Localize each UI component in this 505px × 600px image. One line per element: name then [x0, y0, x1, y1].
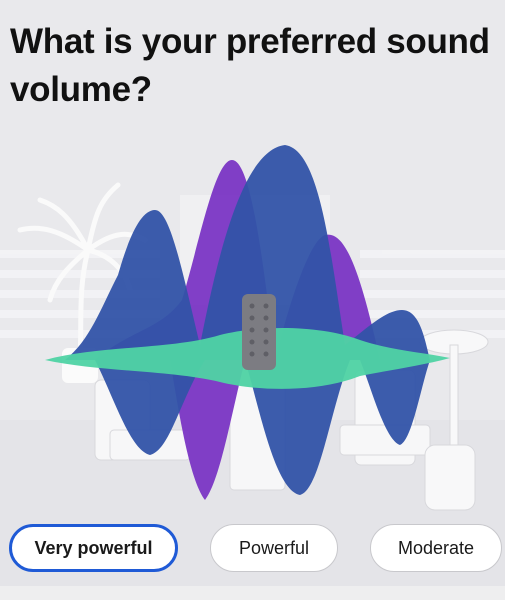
question-title: What is your preferred sound volume? — [10, 22, 490, 109]
speaker-device — [242, 294, 276, 370]
answer-options: Very powerful Powerful Moderate — [0, 524, 505, 576]
bottom-fade — [0, 586, 505, 600]
option-very-powerful-button[interactable]: Very powerful — [9, 524, 178, 572]
option-powerful-button[interactable]: Powerful — [210, 524, 338, 572]
option-moderate-button[interactable]: Moderate — [370, 524, 502, 572]
